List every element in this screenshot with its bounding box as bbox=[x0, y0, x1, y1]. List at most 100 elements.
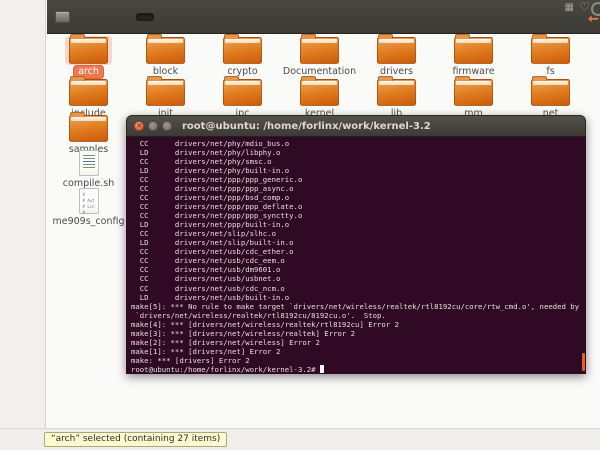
places-sidebar bbox=[0, 0, 46, 428]
terminal-line: `drivers/net/wireless/realtek/rtl8192cu/… bbox=[131, 310, 386, 320]
sidebar-item[interactable] bbox=[0, 7, 45, 19]
terminal-line: make[3]: *** [drivers/net/wireless/realt… bbox=[131, 328, 356, 338]
file-item[interactable]: # # Aut # Lin # firmware bbox=[435, 34, 512, 78]
terminal-line: LD drivers/net/phy/libphy.o bbox=[131, 148, 281, 158]
heart-icon[interactable]: ♡ bbox=[579, 1, 590, 13]
terminal-line: make[5]: *** No rule to make target `dri… bbox=[131, 301, 580, 311]
terminal-line: CC drivers/net/ppp/bsd_comp.o bbox=[131, 193, 290, 203]
terminal-title: root@ubuntu: /home/forlinx/work/kernel-3… bbox=[182, 120, 431, 132]
terminal-line: make: *** [drivers] Error 2 bbox=[131, 355, 250, 365]
file-stack: # # Aut # Lin # samples # # Aut # Lin # … bbox=[50, 112, 127, 227]
folder-icon bbox=[300, 34, 339, 64]
sidebar-item[interactable] bbox=[0, 115, 45, 127]
minimize-button[interactable] bbox=[148, 121, 158, 131]
file-item[interactable]: # # Aut # Lin # block bbox=[127, 34, 204, 78]
terminal-line: LD drivers/net/slip/built-in.o bbox=[131, 238, 294, 248]
sidebar-item[interactable] bbox=[0, 69, 45, 81]
sidebar-item[interactable] bbox=[0, 154, 45, 166]
file-item[interactable]: # # Aut # Lin # kernel bbox=[281, 76, 358, 120]
terminal-line: CC drivers/net/ppp/ppp_generic.o bbox=[131, 175, 303, 185]
terminal-line: CC drivers/net/ppp/ppp_synctty.o bbox=[131, 211, 303, 221]
breadcrumb-item[interactable] bbox=[96, 13, 114, 21]
folder-icon bbox=[223, 34, 262, 64]
breadcrumb-item[interactable] bbox=[156, 13, 174, 21]
folder-icon bbox=[377, 76, 416, 106]
sidebar-item[interactable] bbox=[0, 139, 45, 151]
terminal-line: CC drivers/net/ppp/ppp_deflate.o bbox=[131, 202, 303, 212]
breadcrumb-toolbar: ▦ ♡ ← bbox=[47, 0, 600, 34]
file-item[interactable]: # # Aut # Lin # compile.sh bbox=[50, 150, 127, 189]
terminal-titlebar[interactable]: ✕ root@ubuntu: /home/forlinx/work/kernel… bbox=[126, 115, 586, 137]
folder-icon bbox=[454, 76, 493, 106]
breadcrumb-item[interactable] bbox=[116, 13, 134, 21]
file-item[interactable]: # # Aut # Lin # drivers bbox=[358, 34, 435, 78]
folder-icon bbox=[300, 76, 339, 106]
file-item[interactable]: # # Aut # Lin # net bbox=[512, 76, 589, 120]
folder-icon bbox=[146, 34, 185, 64]
folder-icon bbox=[146, 76, 185, 106]
file-label: me909s_config bbox=[52, 216, 125, 227]
breadcrumb-item[interactable] bbox=[76, 13, 94, 21]
file-item[interactable]: # # Aut # Lin # ipc bbox=[204, 76, 281, 120]
terminal-line: make[4]: *** [drivers/net/wireless/realt… bbox=[131, 319, 399, 329]
terminal-line: make[1]: *** [drivers/net] Error 2 bbox=[131, 346, 281, 356]
terminal-line: LD drivers/net/ppp/built-in.o bbox=[131, 220, 290, 230]
terminal-line: CC drivers/net/usb/cdc_ncm.o bbox=[131, 283, 285, 293]
terminal-line: LD drivers/net/phy/built-in.o bbox=[131, 166, 290, 176]
home-folder-icon[interactable] bbox=[55, 10, 70, 23]
terminal-line: LD drivers/net/usb/built-in.o bbox=[131, 292, 290, 302]
folder-icon bbox=[223, 76, 262, 106]
terminal-line: make[2]: *** [drivers/net/wireless] Erro… bbox=[131, 337, 320, 347]
terminal-window: ✕ root@ubuntu: /home/forlinx/work/kernel… bbox=[126, 115, 586, 374]
sidebar-item[interactable] bbox=[0, 127, 45, 139]
view-mode-icon[interactable]: ▦ bbox=[565, 3, 574, 13]
breadcrumb-item[interactable] bbox=[176, 13, 194, 21]
terminal-scrollbar-thumb[interactable] bbox=[581, 353, 585, 371]
folder-icon bbox=[531, 34, 570, 64]
terminal-line: CC drivers/net/ppp/ppp_async.o bbox=[131, 184, 294, 194]
sidebar-item[interactable] bbox=[0, 46, 45, 58]
file-item[interactable]: # # Aut # Lin # lib bbox=[358, 76, 435, 120]
file-item[interactable]: # # Aut # Lin # samples bbox=[50, 112, 127, 155]
terminal-cursor bbox=[319, 364, 325, 373]
text-file-icon: # # Aut # Lin # bbox=[78, 188, 99, 215]
terminal-line: CC drivers/net/slip/slhc.o bbox=[131, 229, 276, 239]
sidebar-item[interactable] bbox=[0, 92, 45, 104]
maximize-button[interactable] bbox=[162, 121, 172, 131]
breadcrumb bbox=[76, 12, 214, 21]
file-label: Documentation bbox=[282, 66, 357, 77]
breadcrumb-item[interactable] bbox=[136, 12, 154, 21]
file-item[interactable]: # # Aut # Lin # crypto bbox=[204, 34, 281, 78]
file-item[interactable]: # # Aut # Lin # me909s_config bbox=[50, 188, 127, 227]
terminal-line: root@ubuntu:/home/forlinx/work/kernel-3.… bbox=[131, 364, 586, 374]
file-item[interactable]: # # Aut # Lin # Documentation bbox=[281, 34, 358, 78]
sidebar-item[interactable] bbox=[0, 104, 45, 116]
sidebar-item[interactable] bbox=[0, 166, 45, 178]
terminal-output[interactable]: CC drivers/net/phy/mdio_bus.o LD drivers… bbox=[126, 137, 586, 374]
close-button[interactable]: ✕ bbox=[134, 121, 144, 131]
status-bar: “arch” selected (containing 27 items) bbox=[0, 428, 600, 450]
terminal-line: CC drivers/net/usb/usbnet.o bbox=[131, 274, 281, 284]
folder-icon bbox=[69, 112, 108, 142]
terminal-line: CC drivers/net/phy/smsc.o bbox=[131, 157, 272, 167]
folder-icon bbox=[454, 34, 493, 64]
sidebar-item[interactable] bbox=[0, 57, 45, 69]
file-item[interactable]: # # Aut # Lin # mm bbox=[435, 76, 512, 120]
file-item[interactable]: # # Aut # Lin # include bbox=[50, 76, 127, 120]
sidebar-item[interactable] bbox=[0, 34, 45, 46]
terminal-line: CC drivers/net/phy/mdio_bus.o bbox=[131, 139, 290, 148]
terminal-line: CC drivers/net/usb/cdc_ether.o bbox=[131, 247, 294, 257]
back-arrow-icon[interactable]: ← bbox=[588, 13, 599, 26]
folder-icon bbox=[377, 34, 416, 64]
file-item[interactable]: # # Aut # Lin # fs bbox=[512, 34, 589, 78]
sidebar-item[interactable] bbox=[0, 81, 45, 93]
folder-icon bbox=[531, 76, 570, 106]
breadcrumb-item[interactable] bbox=[196, 13, 214, 21]
file-item[interactable]: # # Aut # Lin # init bbox=[127, 76, 204, 120]
folder-icon bbox=[69, 76, 108, 106]
file-item[interactable]: # # Aut # Lin # arch bbox=[50, 34, 127, 78]
folder-icon bbox=[69, 34, 108, 64]
sidebar-item[interactable] bbox=[0, 19, 45, 31]
terminal-line: CC drivers/net/usb/cdc_eem.o bbox=[131, 256, 285, 266]
terminal-line: CC drivers/net/usb/dm9601.o bbox=[131, 265, 281, 275]
